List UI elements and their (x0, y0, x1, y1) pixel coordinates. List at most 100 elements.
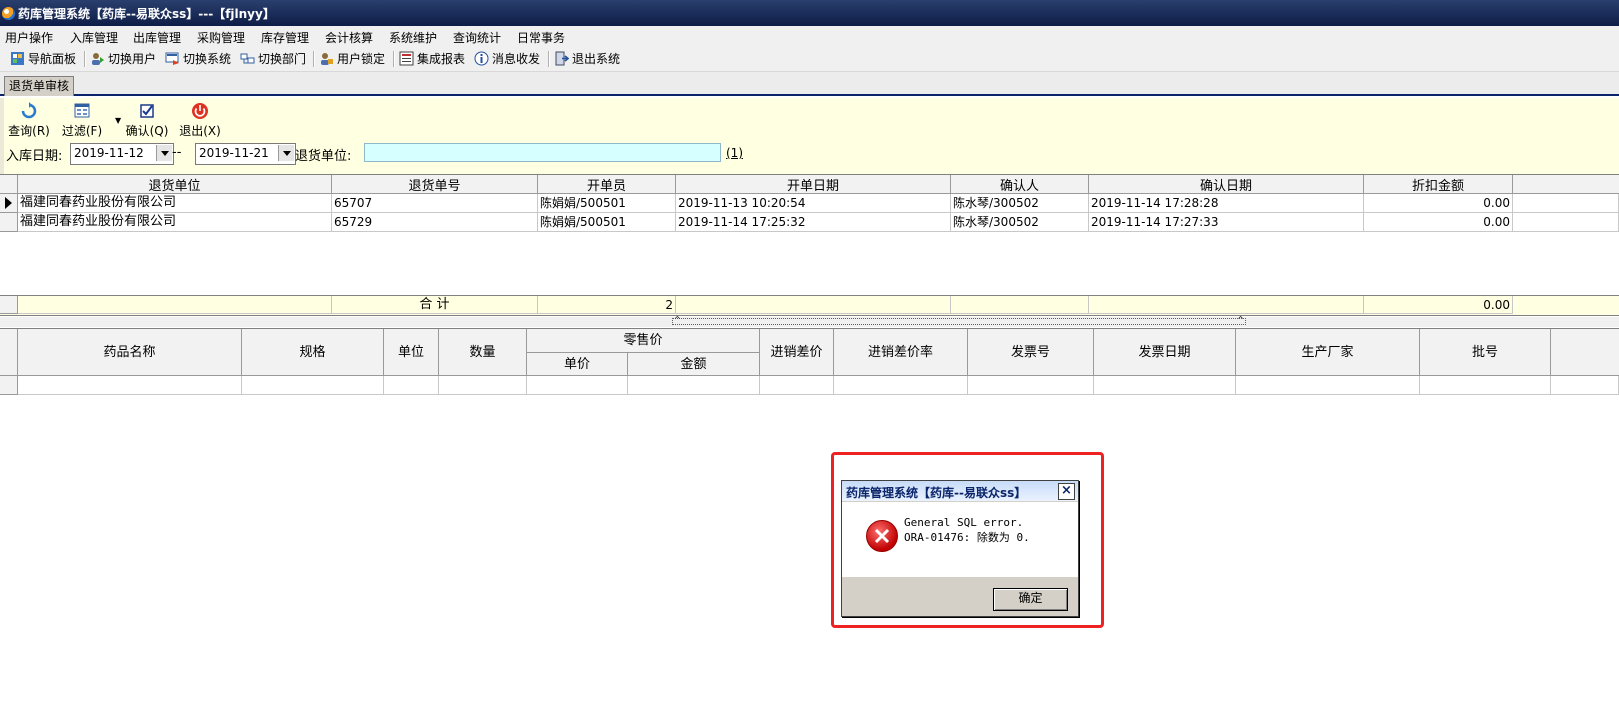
dialog-title-bar[interactable]: 药库管理系统【药库--易联众ss】 × (842, 481, 1078, 501)
cell-empty[interactable] (1094, 376, 1236, 395)
date-from-combo[interactable]: 2019-11-12 (70, 143, 174, 165)
cell-discount[interactable]: 0.00 (1364, 194, 1513, 213)
col-confirmer[interactable]: 确认人 (951, 175, 1089, 194)
splitter-bar[interactable]: ^ ^ (0, 315, 1619, 327)
detail-empty-row (0, 376, 1619, 395)
exit-button[interactable]: 退出(X) (178, 102, 222, 139)
cell-empty[interactable] (527, 376, 628, 395)
close-icon[interactable]: × (1058, 483, 1075, 500)
col-drug-name[interactable]: 药品名称 (18, 329, 242, 376)
cell-issue-date[interactable]: 2019-11-13 10:20:54 (676, 194, 951, 213)
date-to-dropdown-icon[interactable] (278, 145, 294, 161)
switch-user-button[interactable]: 切换用户 (90, 50, 156, 68)
cell-empty[interactable] (439, 376, 527, 395)
cell-empty[interactable] (18, 376, 242, 395)
menu-inventory[interactable]: 库存管理 (261, 29, 309, 46)
cell-confirmer[interactable]: 陈水琴/300502 (951, 194, 1089, 213)
row-indicator[interactable] (0, 194, 18, 213)
col-manufacturer[interactable]: 生产厂家 (1236, 329, 1420, 376)
cell-empty[interactable] (628, 376, 760, 395)
filter-dropdown-arrow-icon[interactable]: ▼ (115, 116, 121, 125)
user-lock-button[interactable]: 用户锁定 (319, 50, 385, 68)
grid-corner (0, 175, 18, 194)
col-invoice-no[interactable]: 发票号 (968, 329, 1094, 376)
message-button[interactable]: 消息收发 (474, 50, 540, 68)
cell-confirmer[interactable]: 陈水琴/300502 (951, 213, 1089, 232)
filter-button[interactable]: 过滤(F) (60, 102, 104, 139)
col-discount[interactable]: 折扣金额 (1364, 175, 1513, 194)
cell-issuer[interactable]: 陈娟娟/500501 (538, 194, 676, 213)
switch-user-icon (92, 53, 104, 65)
cell-empty[interactable] (834, 376, 968, 395)
query-button[interactable]: 查询(R) (8, 102, 50, 139)
cell-empty[interactable] (242, 376, 384, 395)
col-issuer[interactable]: 开单员 (538, 175, 676, 194)
cell-confirm-date[interactable]: 2019-11-14 17:28:28 (1089, 194, 1364, 213)
col-invoice-date[interactable]: 发票日期 (1094, 329, 1236, 376)
return-unit-input[interactable] (364, 143, 721, 162)
exit-label: 退出(X) (179, 124, 221, 138)
exit-system-icon (555, 51, 569, 66)
col-unit[interactable]: 单位 (384, 329, 439, 376)
menu-daily[interactable]: 日常事务 (517, 29, 565, 46)
cell-issuer[interactable]: 陈娟娟/500501 (538, 213, 676, 232)
filter-label: 过滤(F) (61, 124, 103, 138)
cell-issue-date[interactable]: 2019-11-14 17:25:32 (676, 213, 951, 232)
drug-detail-grid: 药品名称 规格 单位 数量 零售价 单价 金额 进销差价 进销差价率 发票号 发… (0, 328, 1619, 713)
date-to-combo[interactable]: 2019-11-21 (195, 143, 296, 165)
col-return-no[interactable]: 退货单号 (332, 175, 538, 194)
exit-system-button[interactable]: 退出系统 (554, 50, 620, 68)
menu-maintenance[interactable]: 系统维护 (389, 29, 437, 46)
cell-return-no[interactable]: 65707 (332, 194, 538, 213)
switch-department-button[interactable]: 切换部门 (240, 50, 306, 68)
col-amount[interactable]: 金额 (628, 353, 760, 376)
col-unit-price[interactable]: 单价 (527, 353, 628, 376)
collapse-up-icon[interactable]: ^ (674, 315, 681, 324)
menu-stock-in[interactable]: 入库管理 (70, 29, 118, 46)
navigation-panel-label: 导航面板 (28, 52, 77, 66)
row-indicator[interactable] (0, 376, 18, 395)
navigation-panel-button[interactable]: 导航面板 (10, 50, 76, 68)
query-label: 查询(R) (8, 124, 50, 138)
col-retail-price-group[interactable]: 零售价 (527, 329, 760, 353)
cell-empty[interactable] (760, 376, 834, 395)
col-spec[interactable]: 规格 (242, 329, 384, 376)
tab-strip: 退货单审核 (0, 72, 1619, 96)
integrated-report-icon (399, 51, 414, 66)
cell-discount[interactable]: 0.00 (1364, 213, 1513, 232)
confirm-button[interactable]: 确认(Q) (125, 102, 169, 139)
col-confirm-date[interactable]: 确认日期 (1089, 175, 1364, 194)
cell-return-unit[interactable]: 福建同春药业股份有限公司 (18, 213, 332, 232)
menu-accounting[interactable]: 会计核算 (325, 29, 373, 46)
menu-statistics[interactable]: 查询统计 (453, 29, 501, 46)
cell-empty[interactable] (384, 376, 439, 395)
col-price-diff[interactable]: 进销差价 (760, 329, 834, 376)
integrated-report-button[interactable]: 集成报表 (399, 50, 465, 68)
menu-stock-out[interactable]: 出库管理 (133, 29, 181, 46)
col-price-diff-rate[interactable]: 进销差价率 (834, 329, 968, 376)
col-extra (1513, 175, 1619, 194)
ok-button[interactable]: 确定 (993, 588, 1068, 611)
col-batch-no[interactable]: 批号 (1420, 329, 1551, 376)
switch-system-button[interactable]: 切换系统 (165, 50, 231, 68)
col-quantity[interactable]: 数量 (439, 329, 527, 376)
cell-empty[interactable] (968, 376, 1094, 395)
cell-empty[interactable] (1420, 376, 1551, 395)
title-bar: 药库管理系统【药库--易联众ss】---【fjlnyy】 (0, 0, 1619, 26)
date-from-dropdown-icon[interactable] (156, 145, 172, 161)
cell-empty[interactable] (1236, 376, 1420, 395)
menu-user-ops[interactable]: 用户操作 (5, 29, 53, 46)
collapse-up-icon[interactable]: ^ (1237, 315, 1244, 324)
row-indicator[interactable] (0, 213, 18, 232)
cell-return-unit[interactable]: 福建同春药业股份有限公司 (18, 194, 332, 213)
col-issue-date[interactable]: 开单日期 (676, 175, 951, 194)
cell-empty[interactable] (1551, 376, 1619, 395)
total-row: 合 计 2 0.00 (0, 295, 1619, 316)
cell-confirm-date[interactable]: 2019-11-14 17:27:33 (1089, 213, 1364, 232)
menu-purchase[interactable]: 采购管理 (197, 29, 245, 46)
col-return-unit[interactable]: 退货单位 (18, 175, 332, 194)
tab-return-audit[interactable]: 退货单审核 (4, 76, 75, 96)
confirm-label: 确认(Q) (125, 124, 169, 138)
splitter-handle[interactable]: ^ ^ (672, 315, 1246, 325)
cell-return-no[interactable]: 65729 (332, 213, 538, 232)
